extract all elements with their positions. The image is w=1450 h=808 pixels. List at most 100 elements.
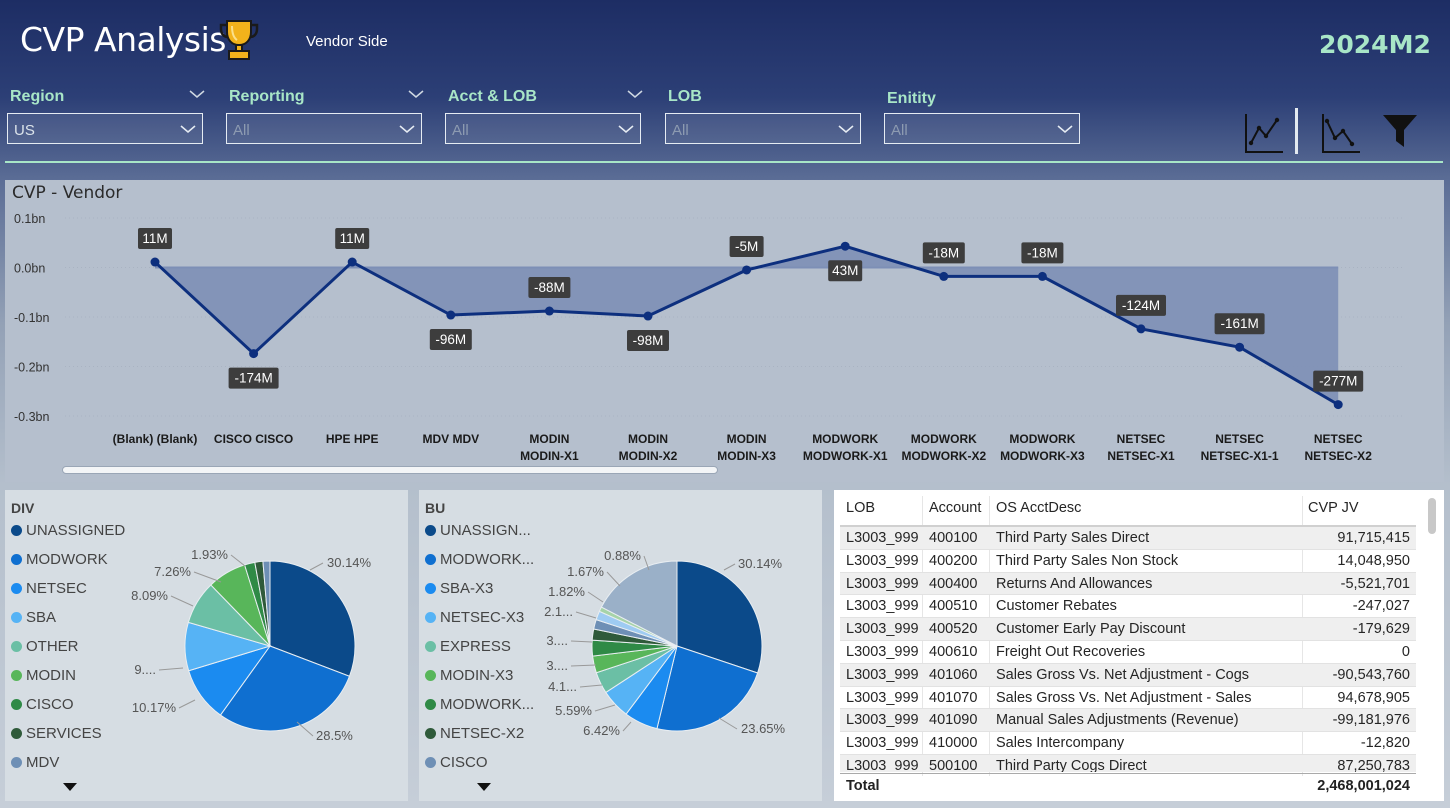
legend-label: MODWORK... — [440, 696, 535, 713]
header-divider — [5, 161, 1443, 163]
bu-pie-panel[interactable]: 30.14% 23.65% 6.42% 5.59% 4.1... 3.... 3.... 2.… — [419, 490, 822, 801]
cell-lob: L3003_999 — [846, 735, 919, 752]
slicer-selected-value: US — [14, 122, 35, 139]
table-row[interactable]: L3003_999 400520 Customer Early Pay Discou… — [840, 618, 1416, 641]
legend-label: MODWORK... — [440, 551, 535, 568]
legend-label: CISCO — [26, 696, 74, 713]
slicer-dropdown[interactable]: All — [226, 113, 422, 144]
legend-label: NETSEC — [26, 580, 87, 597]
cell-account: 500100 — [929, 757, 978, 772]
cell-desc: Sales Gross Vs. Net Adjustment - Cogs — [996, 666, 1250, 683]
legend-swatch — [425, 525, 436, 536]
pie-data-label: 1.82% — [548, 584, 585, 599]
slicer-dropdown[interactable]: All — [445, 113, 641, 144]
table-row[interactable]: L3003_999 410000 Sales Intercompany -12,820 — [840, 732, 1416, 755]
cell-desc: Third Party Sales Direct — [996, 530, 1150, 546]
cell-lob: L3003_999 — [846, 757, 919, 772]
toolbar-divider — [1295, 108, 1298, 154]
cell-desc: Freight Out Recoveries — [996, 643, 1146, 660]
vertical-scrollbar[interactable] — [1428, 498, 1436, 534]
cell-account: 400400 — [929, 575, 978, 592]
cell-lob: L3003_999 — [846, 643, 919, 660]
legend-label: NETSEC-X2 — [440, 725, 525, 742]
legend-swatch — [425, 612, 436, 623]
pie-title: BU — [425, 500, 446, 516]
y-tick-label: 0.0bn — [14, 262, 45, 276]
line-chart-down-icon[interactable] — [1321, 112, 1361, 154]
y-tick-label: -0.2bn — [14, 361, 49, 375]
chevron-down-icon[interactable] — [627, 86, 643, 102]
chevron-down-icon[interactable] — [838, 121, 854, 137]
data-label: -98M — [633, 333, 664, 348]
line-chart-canvas[interactable]: 0.1bn 0.0bn -0.1bn -0.2bn -0.3bn 11M (Blank) (… — [5, 180, 1444, 482]
data-label: -161M — [1220, 316, 1258, 331]
legend-label: EXPRESS — [440, 638, 511, 655]
cell-cvp-jv: -90,543,760 — [1332, 666, 1410, 683]
chevron-down-icon[interactable] — [189, 86, 205, 102]
table-row[interactable]: L3003_999 400200 Third Party Sales Non Sto… — [840, 550, 1416, 573]
table-row[interactable]: L3003_999 400510 Customer Rebates -247,027 — [840, 595, 1416, 619]
table-row[interactable]: L3003_999 400100 Third Party Sales Direct 9… — [840, 527, 1416, 550]
slicer-reporting[interactable]: Reporting All — [226, 86, 424, 146]
x-tick-label: CISCO CISCO — [214, 432, 293, 446]
legend-more-icon[interactable] — [62, 782, 78, 792]
cell-account: 401060 — [929, 666, 978, 683]
x-tick-label: MODIN-X3 — [717, 449, 776, 463]
table-row[interactable]: L3003_999 500100 Third Party Cogs Direct 87… — [840, 754, 1416, 772]
data-point — [742, 265, 752, 275]
slicer-dropdown[interactable]: All — [884, 113, 1080, 144]
column-header-cvp-jv[interactable]: CVP JV — [1308, 500, 1359, 516]
data-label: -88M — [534, 280, 565, 295]
data-point — [1037, 271, 1047, 281]
table-row[interactable]: L3003_999 401070 Sales Gross Vs. Net Adjus… — [840, 687, 1416, 710]
x-tick-label: MODIN — [628, 432, 668, 446]
data-label: -174M — [234, 371, 272, 386]
column-header-desc[interactable]: OS AcctDesc — [996, 500, 1081, 516]
table-row[interactable]: L3003_999 400400 Returns And Allowances -5,… — [840, 572, 1416, 596]
slicer-region[interactable]: Region US — [7, 86, 205, 146]
x-tick-label: MODWORK — [1009, 432, 1075, 446]
slicer-selected-value: All — [452, 122, 469, 139]
legend-swatch — [11, 757, 22, 768]
filter-icon[interactable] — [1382, 113, 1418, 149]
data-label: -277M — [1319, 374, 1357, 389]
x-tick-label: MODWORK-X3 — [1000, 449, 1085, 463]
data-label: 11M — [340, 231, 365, 246]
table: LOB Account OS AcctDesc CVP JV L3003_999… — [840, 496, 1416, 776]
table-row[interactable]: L3003_999 401090 Manual Sales Adjustments … — [840, 709, 1416, 733]
column-header-account[interactable]: Account — [929, 500, 981, 516]
cvp-vendor-chart[interactable]: CVP - Vendor 0.1bn 0.0bn -0.1bn -0.2bn -0.3b… — [5, 180, 1444, 482]
line-chart-up-icon[interactable] — [1244, 112, 1284, 154]
data-label: 11M — [142, 231, 167, 246]
page-title: CVP Analysis — [20, 20, 226, 59]
cell-desc: Third Party Sales Non Stock — [996, 552, 1179, 569]
pie-data-label: 5.59% — [555, 703, 592, 718]
legend-more-icon[interactable] — [476, 782, 492, 792]
table-header: LOB Account OS AcctDesc CVP JV — [840, 496, 1416, 526]
cell-lob: L3003_999 — [846, 530, 919, 546]
chevron-down-icon[interactable] — [408, 86, 424, 102]
chevron-down-icon[interactable] — [618, 121, 634, 137]
horizontal-scrollbar[interactable] — [62, 466, 718, 474]
account-table[interactable]: LOB Account OS AcctDesc CVP JV L3003_999… — [834, 490, 1444, 801]
chevron-down-icon[interactable] — [399, 121, 415, 137]
pie-data-label: 2.1... — [544, 604, 573, 619]
pie-leader-line — [606, 571, 621, 587]
column-header-lob[interactable]: LOB — [846, 500, 875, 516]
slicer-dropdown[interactable]: All — [665, 113, 861, 144]
chevron-down-icon[interactable] — [1057, 121, 1073, 137]
cell-account: 400100 — [929, 530, 978, 546]
legend-label: MODWORK — [26, 551, 108, 568]
slicer-selected-value: All — [672, 122, 689, 139]
chevron-down-icon[interactable] — [180, 121, 196, 137]
data-point — [249, 349, 259, 359]
legend-label: UNASSIGN... — [440, 522, 531, 539]
slicer-acct-lob[interactable]: Acct & LOB All — [445, 86, 643, 146]
table-row[interactable]: L3003_999 400610 Freight Out Recoveries 0 — [840, 641, 1416, 664]
table-row[interactable]: L3003_999 401060 Sales Gross Vs. Net Adjus… — [840, 663, 1416, 687]
data-label: -18M — [1027, 245, 1058, 260]
slicer-lob[interactable]: LOB All — [665, 86, 863, 146]
div-pie-panel[interactable]: 30.14% 28.5% 10.17% 9.... 8.09% 7.26% 1.93% DI… — [5, 490, 408, 801]
slicer-dropdown[interactable]: US — [7, 113, 203, 144]
slicer-entity[interactable]: Enitity All — [884, 86, 1082, 146]
